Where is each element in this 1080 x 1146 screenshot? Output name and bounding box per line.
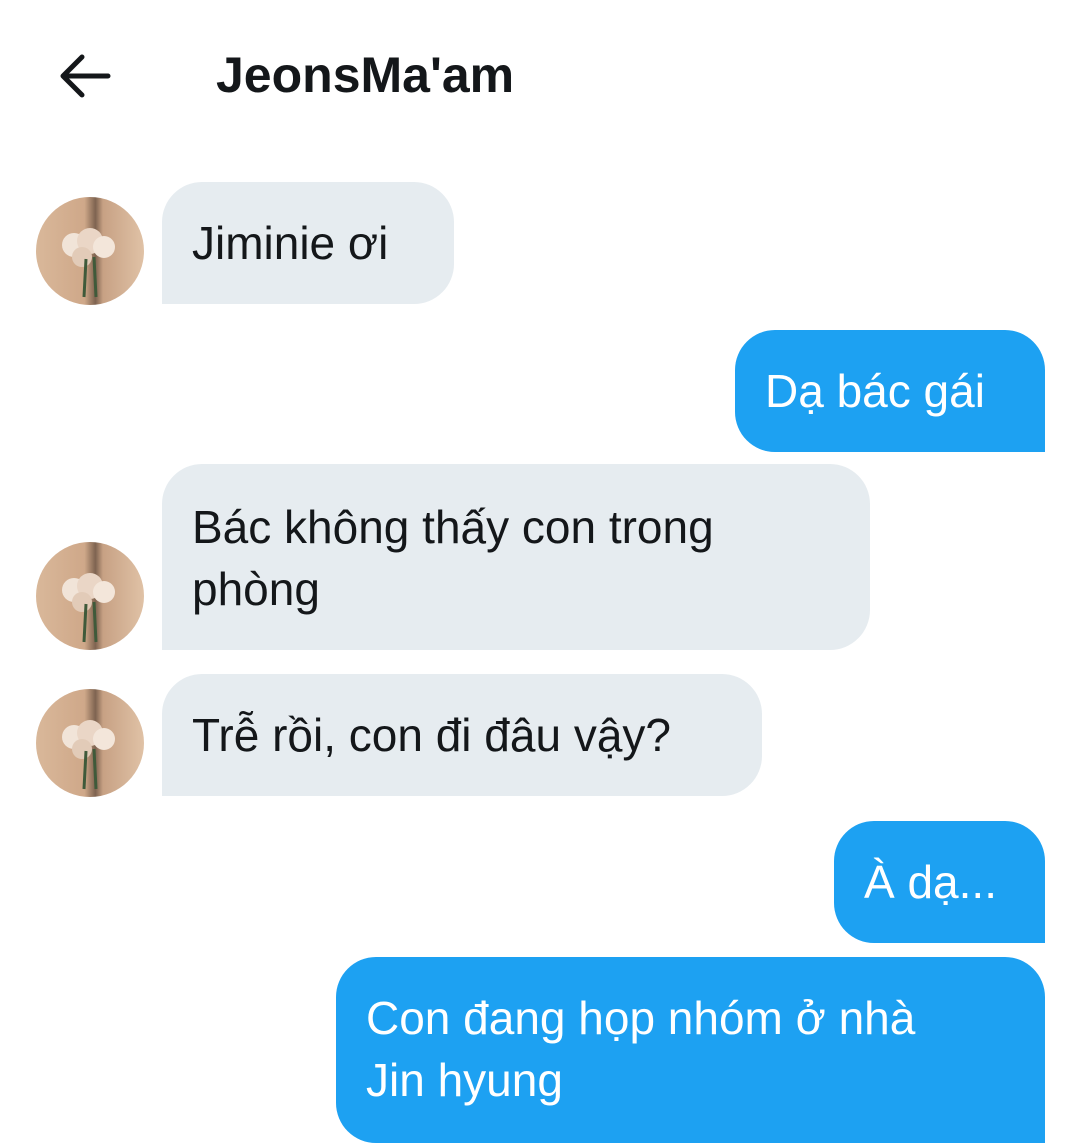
message-text: À dạ... <box>864 856 997 908</box>
message-text-line: Jin hyung <box>366 1054 563 1106</box>
message-bubble-outgoing[interactable]: Con đang họp nhóm ở nhà Jin hyung <box>336 957 1045 1143</box>
flower-photo-icon <box>62 573 115 643</box>
conversation-header: JeonsMa'am <box>0 0 1080 150</box>
flower-photo-icon <box>62 720 115 790</box>
message-text: Jiminie ơi <box>192 217 389 269</box>
message-text-line: Con đang họp nhóm ở nhà <box>366 992 916 1044</box>
message-text-line: Bác không thấy con trong <box>192 501 714 553</box>
arrow-left-icon <box>60 54 111 98</box>
avatar[interactable] <box>36 542 144 650</box>
message-text: Dạ bác gái <box>765 365 985 417</box>
avatar[interactable] <box>36 689 144 797</box>
message-bubble-incoming[interactable]: Bác không thấy con trong phòng <box>162 464 870 650</box>
back-button[interactable] <box>52 44 116 108</box>
message-bubble-outgoing[interactable]: À dạ... <box>834 821 1045 943</box>
message-text-line: phòng <box>192 563 320 615</box>
avatar[interactable] <box>36 197 144 305</box>
message-bubble-incoming[interactable]: Trễ rồi, con đi đâu vậy? <box>162 674 762 796</box>
message-text: Trễ rồi, con đi đâu vậy? <box>192 709 671 761</box>
conversation-title: JeonsMa'am <box>216 47 515 103</box>
flower-photo-icon <box>62 228 115 298</box>
message-bubble-outgoing[interactable]: Dạ bác gái <box>735 330 1045 452</box>
message-bubble-incoming[interactable]: Jiminie ơi <box>162 182 454 304</box>
